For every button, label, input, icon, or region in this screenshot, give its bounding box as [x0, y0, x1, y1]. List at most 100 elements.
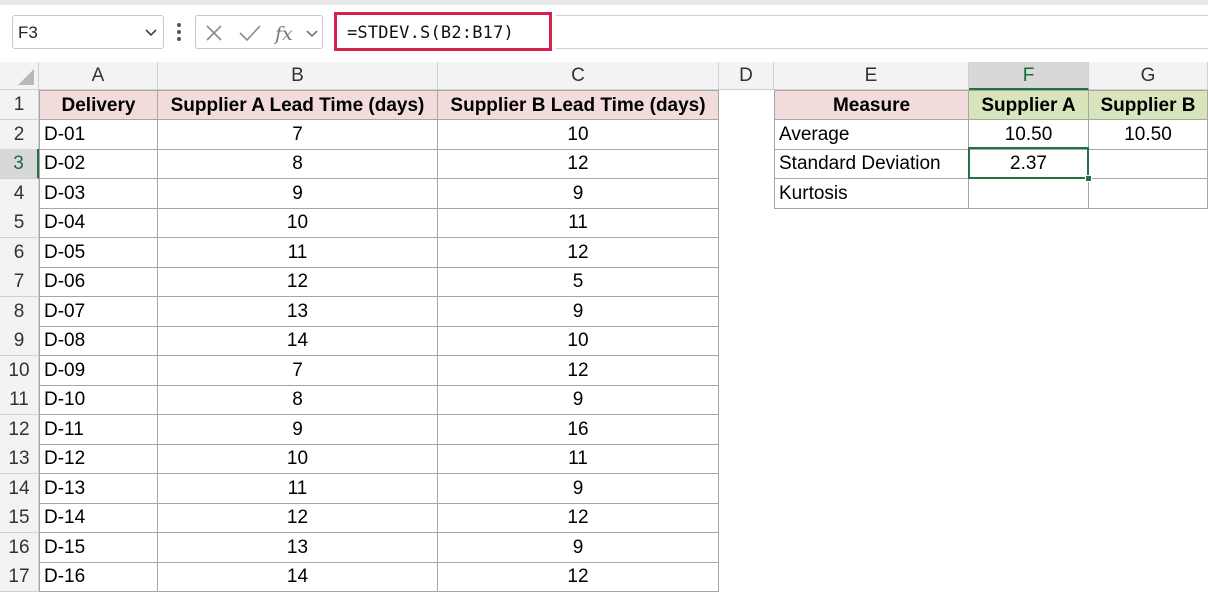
- table2-header-supplier-b[interactable]: Supplier B: [1089, 90, 1208, 120]
- function-icon[interactable]: fx: [274, 23, 300, 45]
- table-cell[interactable]: D-08: [39, 326, 158, 356]
- table-cell[interactable]: D-16: [39, 562, 158, 592]
- row-header[interactable]: 15: [0, 503, 39, 533]
- table-cell[interactable]: 10: [158, 208, 438, 238]
- column-header-f[interactable]: F: [969, 62, 1089, 90]
- table-cell[interactable]: 11: [438, 444, 719, 474]
- table-cell[interactable]: D-14: [39, 503, 158, 533]
- row-header[interactable]: 17: [0, 562, 39, 592]
- table-cell[interactable]: 12: [438, 356, 719, 386]
- table-cell[interactable]: 8: [158, 149, 438, 179]
- table-cell[interactable]: 7: [158, 356, 438, 386]
- table-cell[interactable]: 12: [158, 267, 438, 297]
- formula-text[interactable]: =STDEV.S(B2:B17): [347, 23, 514, 43]
- table-cell[interactable]: D-15: [39, 533, 158, 563]
- row-header[interactable]: 16: [0, 533, 39, 563]
- table-cell[interactable]: [969, 179, 1089, 209]
- table-cell[interactable]: 9: [438, 474, 719, 504]
- table-cell[interactable]: 8: [158, 385, 438, 415]
- active-cell-selection[interactable]: [968, 147, 1092, 182]
- table-cell[interactable]: 12: [438, 149, 719, 179]
- formula-input-extension[interactable]: [556, 15, 1208, 49]
- table-cell[interactable]: 11: [158, 238, 438, 268]
- table-cell[interactable]: 9: [438, 385, 719, 415]
- worksheet-grid[interactable]: A B C D E F G 1 2 3 4 5 6 7 8 9 10 11 12…: [0, 62, 1208, 593]
- table-cell[interactable]: D-11: [39, 415, 158, 445]
- table-cell[interactable]: 13: [158, 533, 438, 563]
- measure-label[interactable]: Kurtosis: [774, 179, 969, 209]
- table-cell[interactable]: 10.50: [1089, 120, 1208, 150]
- table-cell[interactable]: 7: [158, 120, 438, 150]
- table-cell[interactable]: 11: [158, 474, 438, 504]
- fill-handle[interactable]: [1085, 175, 1092, 182]
- table-cell[interactable]: 9: [438, 179, 719, 209]
- row-header[interactable]: 14: [0, 474, 39, 504]
- table-cell[interactable]: 9: [158, 179, 438, 209]
- row-header[interactable]: 4: [0, 179, 39, 209]
- row-header[interactable]: 10: [0, 356, 39, 386]
- table-cell[interactable]: D-07: [39, 297, 158, 327]
- name-box-value[interactable]: F3: [18, 23, 38, 43]
- column-header-c[interactable]: C: [438, 62, 719, 90]
- row-header[interactable]: 8: [0, 297, 39, 327]
- row-header[interactable]: 13: [0, 444, 39, 474]
- table-cell[interactable]: 14: [158, 562, 438, 592]
- row-header[interactable]: 12: [0, 415, 39, 445]
- row-header[interactable]: 6: [0, 238, 39, 268]
- table-cell[interactable]: 11: [438, 208, 719, 238]
- table-cell[interactable]: [1089, 149, 1208, 179]
- row-header[interactable]: 9: [0, 326, 39, 356]
- table-cell[interactable]: D-06: [39, 267, 158, 297]
- table-cell[interactable]: D-10: [39, 385, 158, 415]
- table1-header-delivery[interactable]: Delivery: [39, 90, 158, 120]
- table-cell[interactable]: D-04: [39, 208, 158, 238]
- row-header[interactable]: 1: [0, 90, 39, 120]
- chevron-down-icon[interactable]: [304, 25, 320, 41]
- table1-header-supplier-a[interactable]: Supplier A Lead Time (days): [158, 90, 438, 120]
- row-header[interactable]: 7: [0, 267, 39, 297]
- formula-input[interactable]: =STDEV.S(B2:B17): [334, 12, 552, 51]
- cancel-icon[interactable]: [204, 23, 224, 43]
- table2-header-supplier-a[interactable]: Supplier A: [969, 90, 1089, 120]
- select-all-button[interactable]: [0, 62, 39, 90]
- column-header-d[interactable]: D: [719, 62, 774, 90]
- table-cell[interactable]: 5: [438, 267, 719, 297]
- table-cell[interactable]: 9: [438, 297, 719, 327]
- table-cell[interactable]: D-03: [39, 179, 158, 209]
- table-cell[interactable]: D-12: [39, 444, 158, 474]
- table1-header-supplier-b[interactable]: Supplier B Lead Time (days): [438, 90, 719, 120]
- table-cell[interactable]: D-01: [39, 120, 158, 150]
- table-cell[interactable]: 12: [438, 238, 719, 268]
- table-cell[interactable]: 13: [158, 297, 438, 327]
- table-cell[interactable]: D-02: [39, 149, 158, 179]
- table-cell[interactable]: D-05: [39, 238, 158, 268]
- table-cell[interactable]: 12: [438, 562, 719, 592]
- measure-label[interactable]: Standard Deviation: [774, 149, 969, 179]
- row-header[interactable]: 11: [0, 385, 39, 415]
- column-header-e[interactable]: E: [774, 62, 969, 90]
- table-cell[interactable]: D-09: [39, 356, 158, 386]
- row-header[interactable]: 5: [0, 208, 39, 238]
- name-box[interactable]: F3: [12, 15, 164, 49]
- column-header-b[interactable]: B: [158, 62, 438, 90]
- column-header-g[interactable]: G: [1089, 62, 1208, 90]
- table-cell[interactable]: [1089, 179, 1208, 209]
- table-cell[interactable]: 10: [438, 120, 719, 150]
- table-cell[interactable]: 14: [158, 326, 438, 356]
- measure-label[interactable]: Average: [774, 120, 969, 150]
- table-cell[interactable]: 12: [438, 503, 719, 533]
- column-header-a[interactable]: A: [39, 62, 158, 90]
- table-cell[interactable]: 9: [158, 415, 438, 445]
- row-header[interactable]: 3: [0, 149, 39, 179]
- table-cell[interactable]: 9: [438, 533, 719, 563]
- table-cell[interactable]: 12: [158, 503, 438, 533]
- table-cell[interactable]: 10.50: [969, 120, 1089, 150]
- row-header[interactable]: 2: [0, 120, 39, 150]
- table-cell[interactable]: 16: [438, 415, 719, 445]
- table-cell[interactable]: 10: [438, 326, 719, 356]
- table2-header-measure[interactable]: Measure: [774, 90, 969, 120]
- table-cell[interactable]: 10: [158, 444, 438, 474]
- more-icon[interactable]: [174, 19, 184, 45]
- enter-icon[interactable]: [238, 23, 262, 43]
- chevron-down-icon[interactable]: [143, 24, 159, 40]
